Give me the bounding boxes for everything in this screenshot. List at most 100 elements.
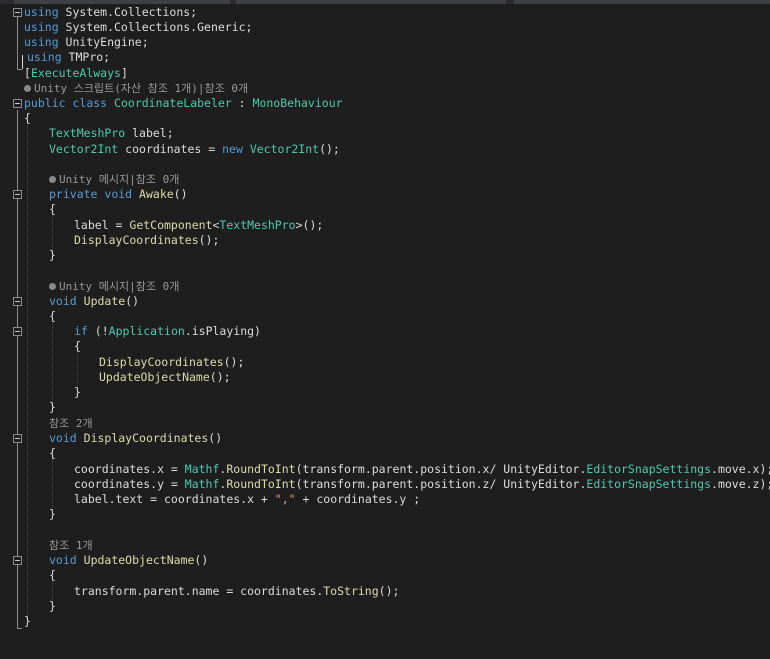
collapse-icon[interactable]: [13, 190, 22, 199]
open-brace: {: [49, 309, 56, 323]
code-line[interactable]: {: [0, 339, 770, 354]
close-brace: }: [49, 599, 56, 613]
code-line[interactable]: }: [0, 248, 770, 263]
editor-tab[interactable]: [514, 0, 770, 4]
code-line[interactable]: coordinates.y = Mathf.RoundToInt(transfo…: [0, 477, 770, 492]
method-name: RoundToInt: [226, 477, 296, 491]
collapse-icon[interactable]: [13, 8, 22, 17]
method-name: DisplayCoordinates: [74, 233, 199, 247]
code-line[interactable]: DisplayCoordinates();: [0, 355, 770, 370]
code-line[interactable]: {: [0, 446, 770, 461]
code-line[interactable]: }: [0, 385, 770, 400]
code-line[interactable]: }: [0, 507, 770, 522]
close-brace: }: [49, 507, 56, 521]
code-line[interactable]: {: [0, 111, 770, 126]
class-name: CoordinateLabeler: [114, 96, 232, 110]
codelens-text[interactable]: Unity 스크립트(자산 참조 1개)|참조 0개: [34, 82, 248, 95]
code-line[interactable]: using System.Collections.Generic;: [0, 20, 770, 35]
code-line[interactable]: transform.parent.name = coordinates.ToSt…: [0, 584, 770, 599]
unity-icon: [49, 283, 56, 290]
code-text: ();: [319, 142, 340, 156]
code-line[interactable]: {: [0, 202, 770, 217]
code-line[interactable]: using TMPro;: [0, 50, 770, 65]
code-line[interactable]: [ExecuteAlways]: [0, 66, 770, 81]
keyword: void: [49, 553, 77, 567]
collapse-icon[interactable]: [13, 99, 22, 108]
type-name: Mathf: [184, 477, 220, 491]
code-line[interactable]: coordinates.x = Mathf.RoundToInt(transfo…: [0, 462, 770, 477]
codelens-line[interactable]: Unity 스크립트(자산 참조 1개)|참조 0개: [0, 81, 770, 96]
keyword: void: [49, 431, 77, 445]
code-text: >();: [295, 218, 324, 232]
code-text: TMPro;: [61, 50, 111, 64]
code-line[interactable]: UpdateObjectName();: [0, 370, 770, 385]
method-name: GetComponent: [129, 218, 213, 232]
codelens-line[interactable]: Unity 메시지|참조 0개: [0, 172, 770, 187]
code-line[interactable]: TextMeshPro label;: [0, 126, 770, 141]
type-name: EditorSnapSettings: [586, 477, 712, 491]
keyword: new: [222, 142, 243, 156]
string-literal: ",": [274, 492, 296, 506]
code-text: (!: [87, 324, 109, 338]
code-line[interactable]: }: [0, 400, 770, 415]
collapse-icon[interactable]: [13, 556, 22, 565]
code-text: UnityEngine;: [58, 35, 149, 49]
keyword: using: [27, 50, 62, 64]
codelens-text[interactable]: Unity 메시지|참조 0개: [59, 173, 179, 186]
code-editor[interactable]: using System.Collections; using System.C…: [0, 0, 770, 659]
code-text: label =: [74, 218, 130, 232]
open-brace: {: [24, 111, 31, 125]
code-line[interactable]: void UpdateObjectName(): [0, 553, 770, 568]
code-text: coordinates =: [118, 142, 223, 156]
code-line[interactable]: Vector2Int coordinates = new Vector2Int(…: [0, 142, 770, 157]
code-line[interactable]: DisplayCoordinates();: [0, 233, 770, 248]
code-text: (): [173, 187, 188, 201]
codelens-text[interactable]: 참조 2개: [49, 416, 93, 431]
code-text: (transform.parent.position.x/ UnityEdito…: [295, 462, 587, 476]
codelens-text[interactable]: 참조 1개: [49, 538, 93, 553]
close-brace: }: [49, 248, 56, 262]
codelens-text[interactable]: Unity 메시지|참조 0개: [59, 280, 179, 293]
close-brace: }: [49, 400, 56, 414]
code-text: (transform.parent.position.z/ UnityEdito…: [295, 477, 587, 491]
code-text: coordinates.x =: [74, 462, 185, 476]
code-line[interactable]: label.text = coordinates.x + "," + coord…: [0, 492, 770, 507]
type-name: TextMeshPro: [219, 218, 296, 232]
collapse-icon[interactable]: [13, 434, 22, 443]
codelens-line[interactable]: 참조 1개: [0, 538, 770, 553]
keyword: class: [72, 96, 108, 110]
code-line[interactable]: label = GetComponent<TextMeshPro>();: [0, 218, 770, 233]
code-line[interactable]: {: [0, 568, 770, 583]
method-name: Update: [83, 294, 126, 308]
method-name: Awake: [139, 187, 174, 201]
code-text: transform.parent.name = coordinates.: [74, 584, 324, 598]
code-line[interactable]: void DisplayCoordinates(): [0, 431, 770, 446]
collapse-icon[interactable]: [13, 297, 22, 306]
editor-tab[interactable]: [14, 0, 230, 4]
codelens-line[interactable]: Unity 메시지|참조 0개: [0, 279, 770, 294]
code-line[interactable]: private void Awake(): [0, 187, 770, 202]
codelens-line[interactable]: 참조 2개: [0, 416, 770, 431]
code-text: ();: [378, 584, 400, 598]
open-brace: {: [49, 446, 56, 460]
keyword: using: [24, 35, 59, 49]
keyword: void: [104, 187, 133, 201]
method-name: UpdateObjectName: [83, 553, 195, 567]
code-line[interactable]: using System.Collections;: [0, 5, 770, 20]
open-brace: {: [49, 568, 56, 582]
code-line[interactable]: public class CoordinateLabeler : MonoBeh…: [0, 96, 770, 111]
code-line[interactable]: {: [0, 309, 770, 324]
code-line[interactable]: }: [0, 599, 770, 614]
code-line[interactable]: }: [0, 614, 770, 629]
code-line[interactable]: void Update(): [0, 294, 770, 309]
type-name: Vector2Int: [49, 142, 119, 156]
editor-tab[interactable]: [236, 0, 506, 4]
code-text: :: [231, 96, 253, 110]
collapse-icon[interactable]: [13, 327, 22, 336]
code-line[interactable]: using UnityEngine;: [0, 35, 770, 50]
code-line[interactable]: if (!Application.isPlaying): [0, 324, 770, 339]
